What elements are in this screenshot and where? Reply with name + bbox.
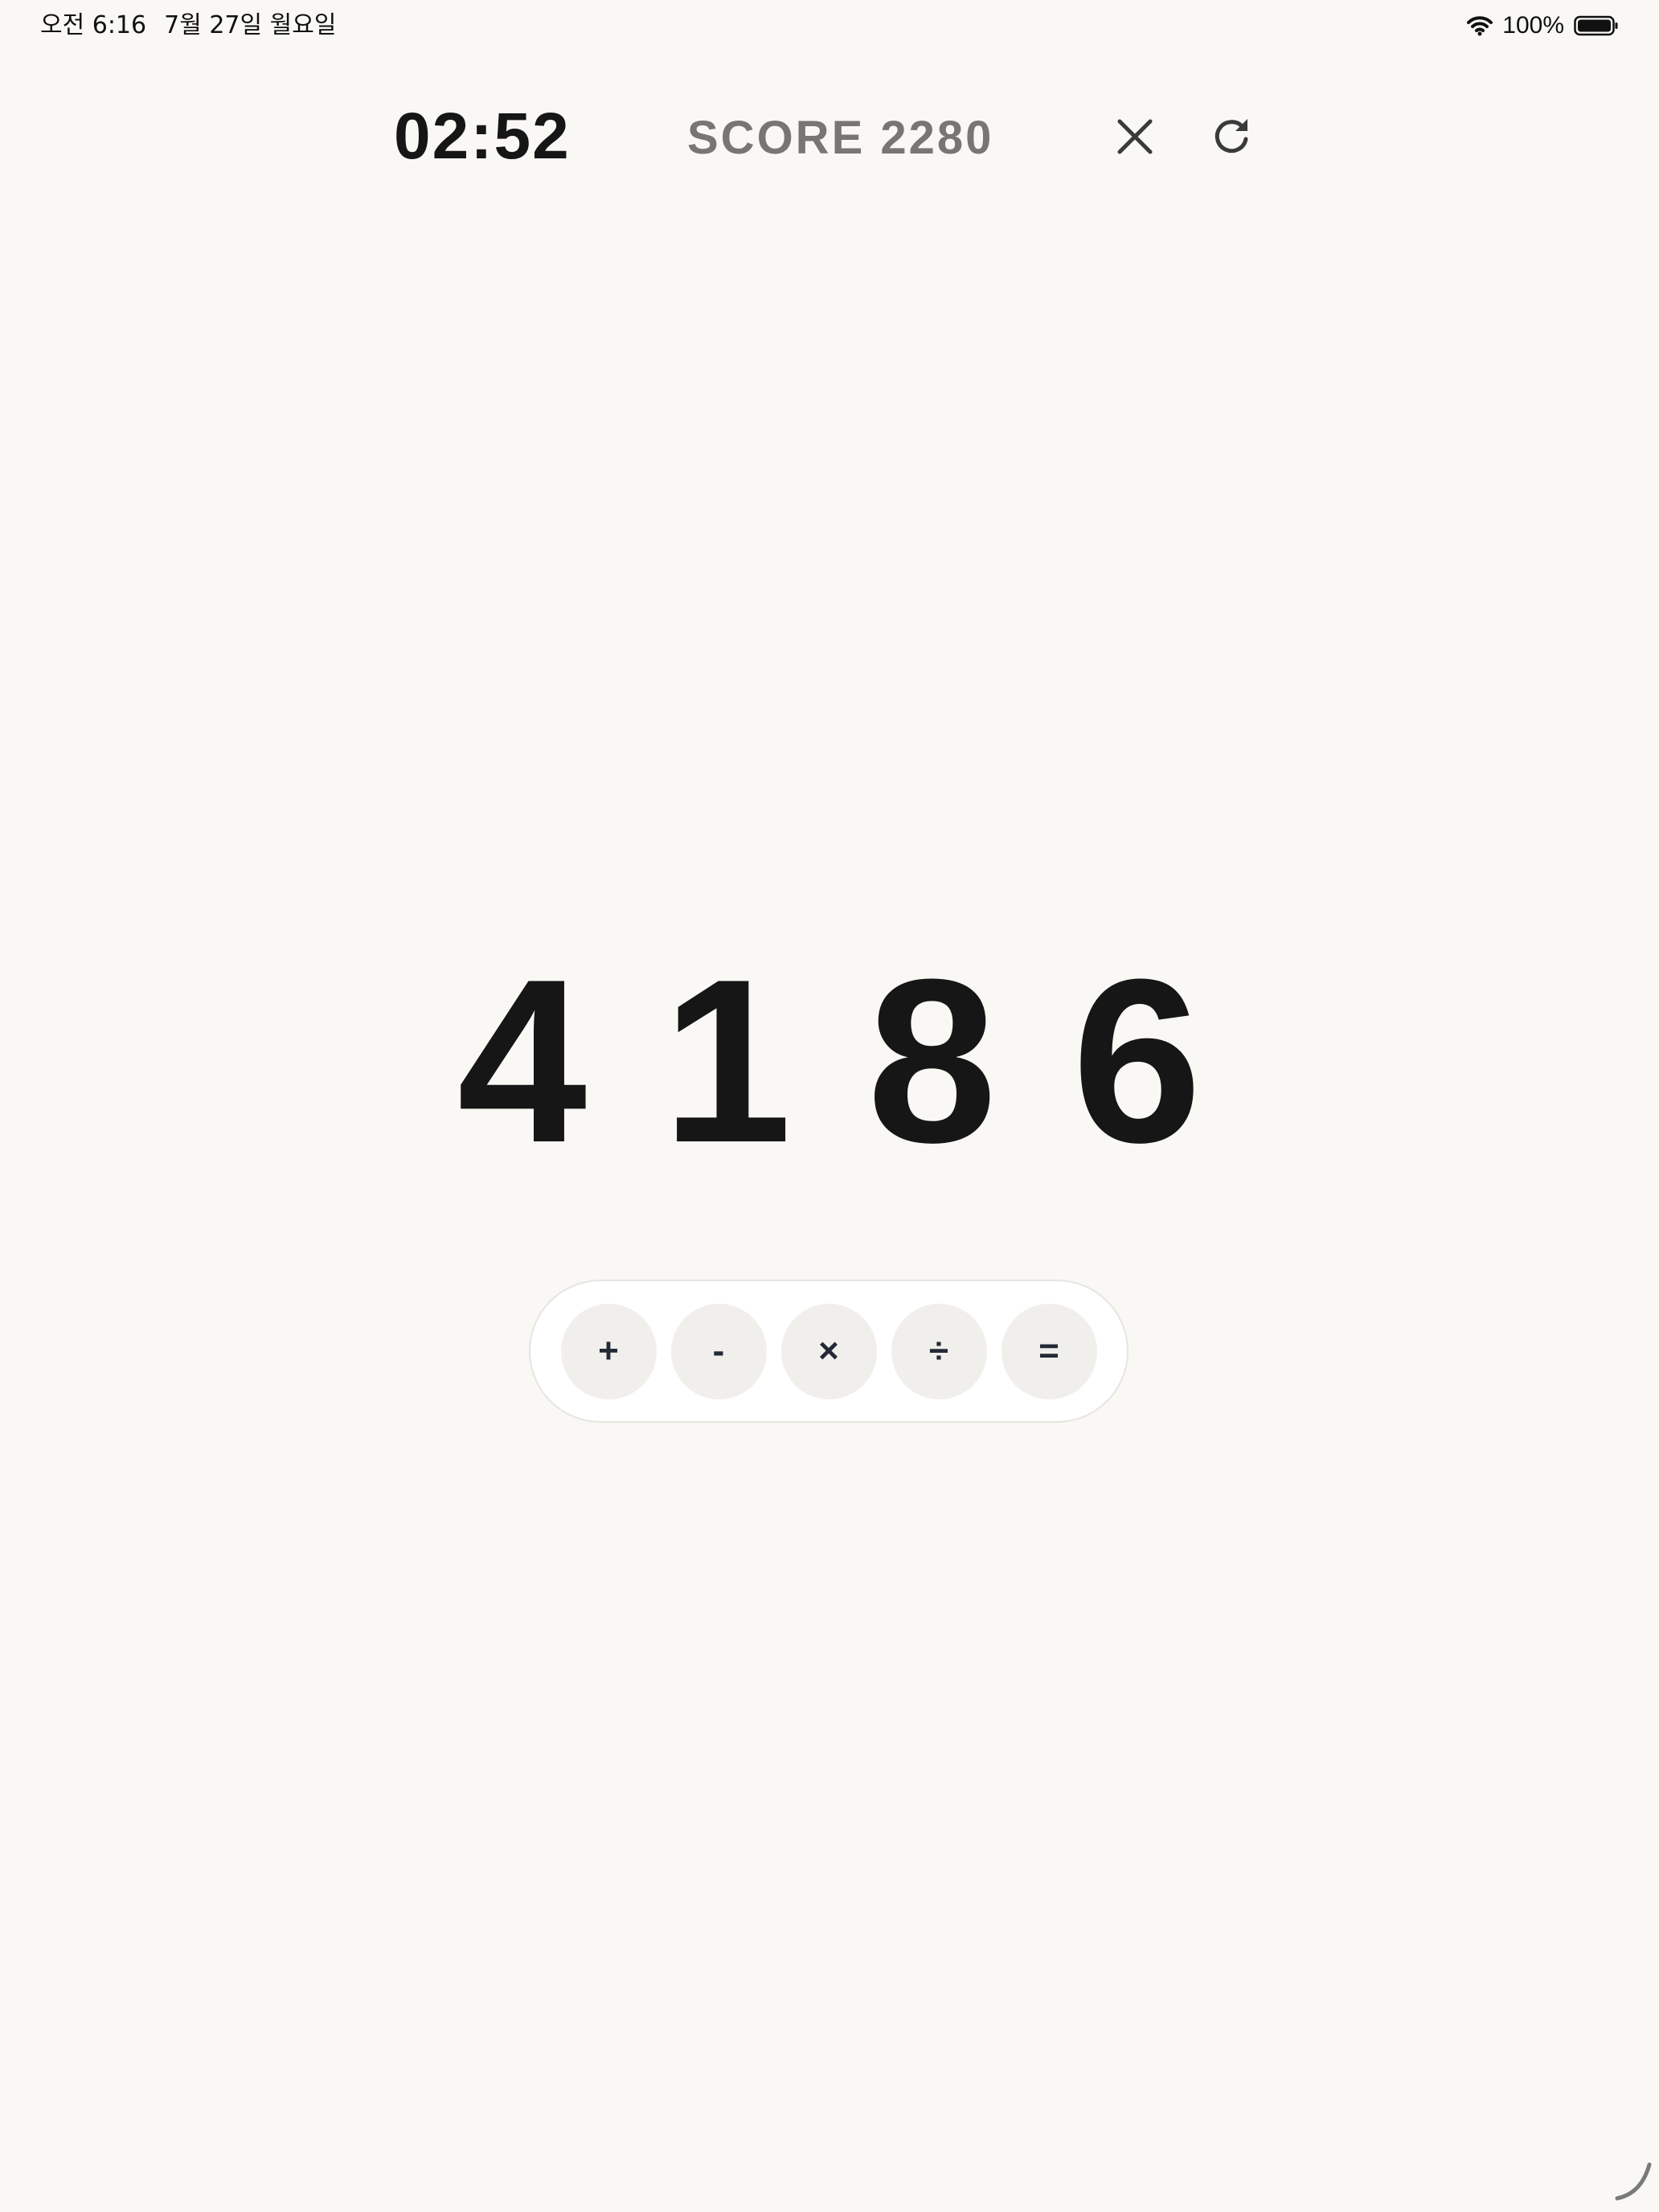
digit-tile[interactable]: 8 [830,940,1034,1182]
digit-tile[interactable]: 1 [625,940,830,1182]
divide-button[interactable]: ÷ [891,1303,987,1399]
digit-tile[interactable]: 6 [1034,940,1239,1182]
status-bar-right: 100% [1467,10,1619,42]
battery-percent: 100% [1502,12,1564,39]
status-time: 오전 6:16 [40,11,147,39]
multiply-button[interactable]: × [780,1303,877,1399]
battery-icon [1574,15,1619,36]
minus-button[interactable]: - [670,1303,767,1399]
restart-icon [1210,116,1252,162]
operator-bar: + - × ÷ = [529,1280,1129,1423]
close-icon [1116,118,1153,159]
status-bar-left: 오전 6:16 7월 27일 월요일 [40,10,336,42]
score-display: SCORE 2280 [687,112,994,164]
equals-button[interactable]: = [1001,1303,1097,1399]
restart-button[interactable] [1199,106,1264,170]
digit-tile[interactable]: 4 [420,940,625,1182]
wifi-icon [1467,15,1493,36]
plus-button[interactable]: + [560,1303,657,1399]
status-date: 7월 27일 월요일 [164,11,337,39]
game-timer: 02:52 [394,100,571,173]
puzzle-digits: 4 1 8 6 [0,940,1659,1182]
close-button[interactable] [1103,106,1167,170]
corner-resize-handle[interactable] [1609,2158,1654,2207]
